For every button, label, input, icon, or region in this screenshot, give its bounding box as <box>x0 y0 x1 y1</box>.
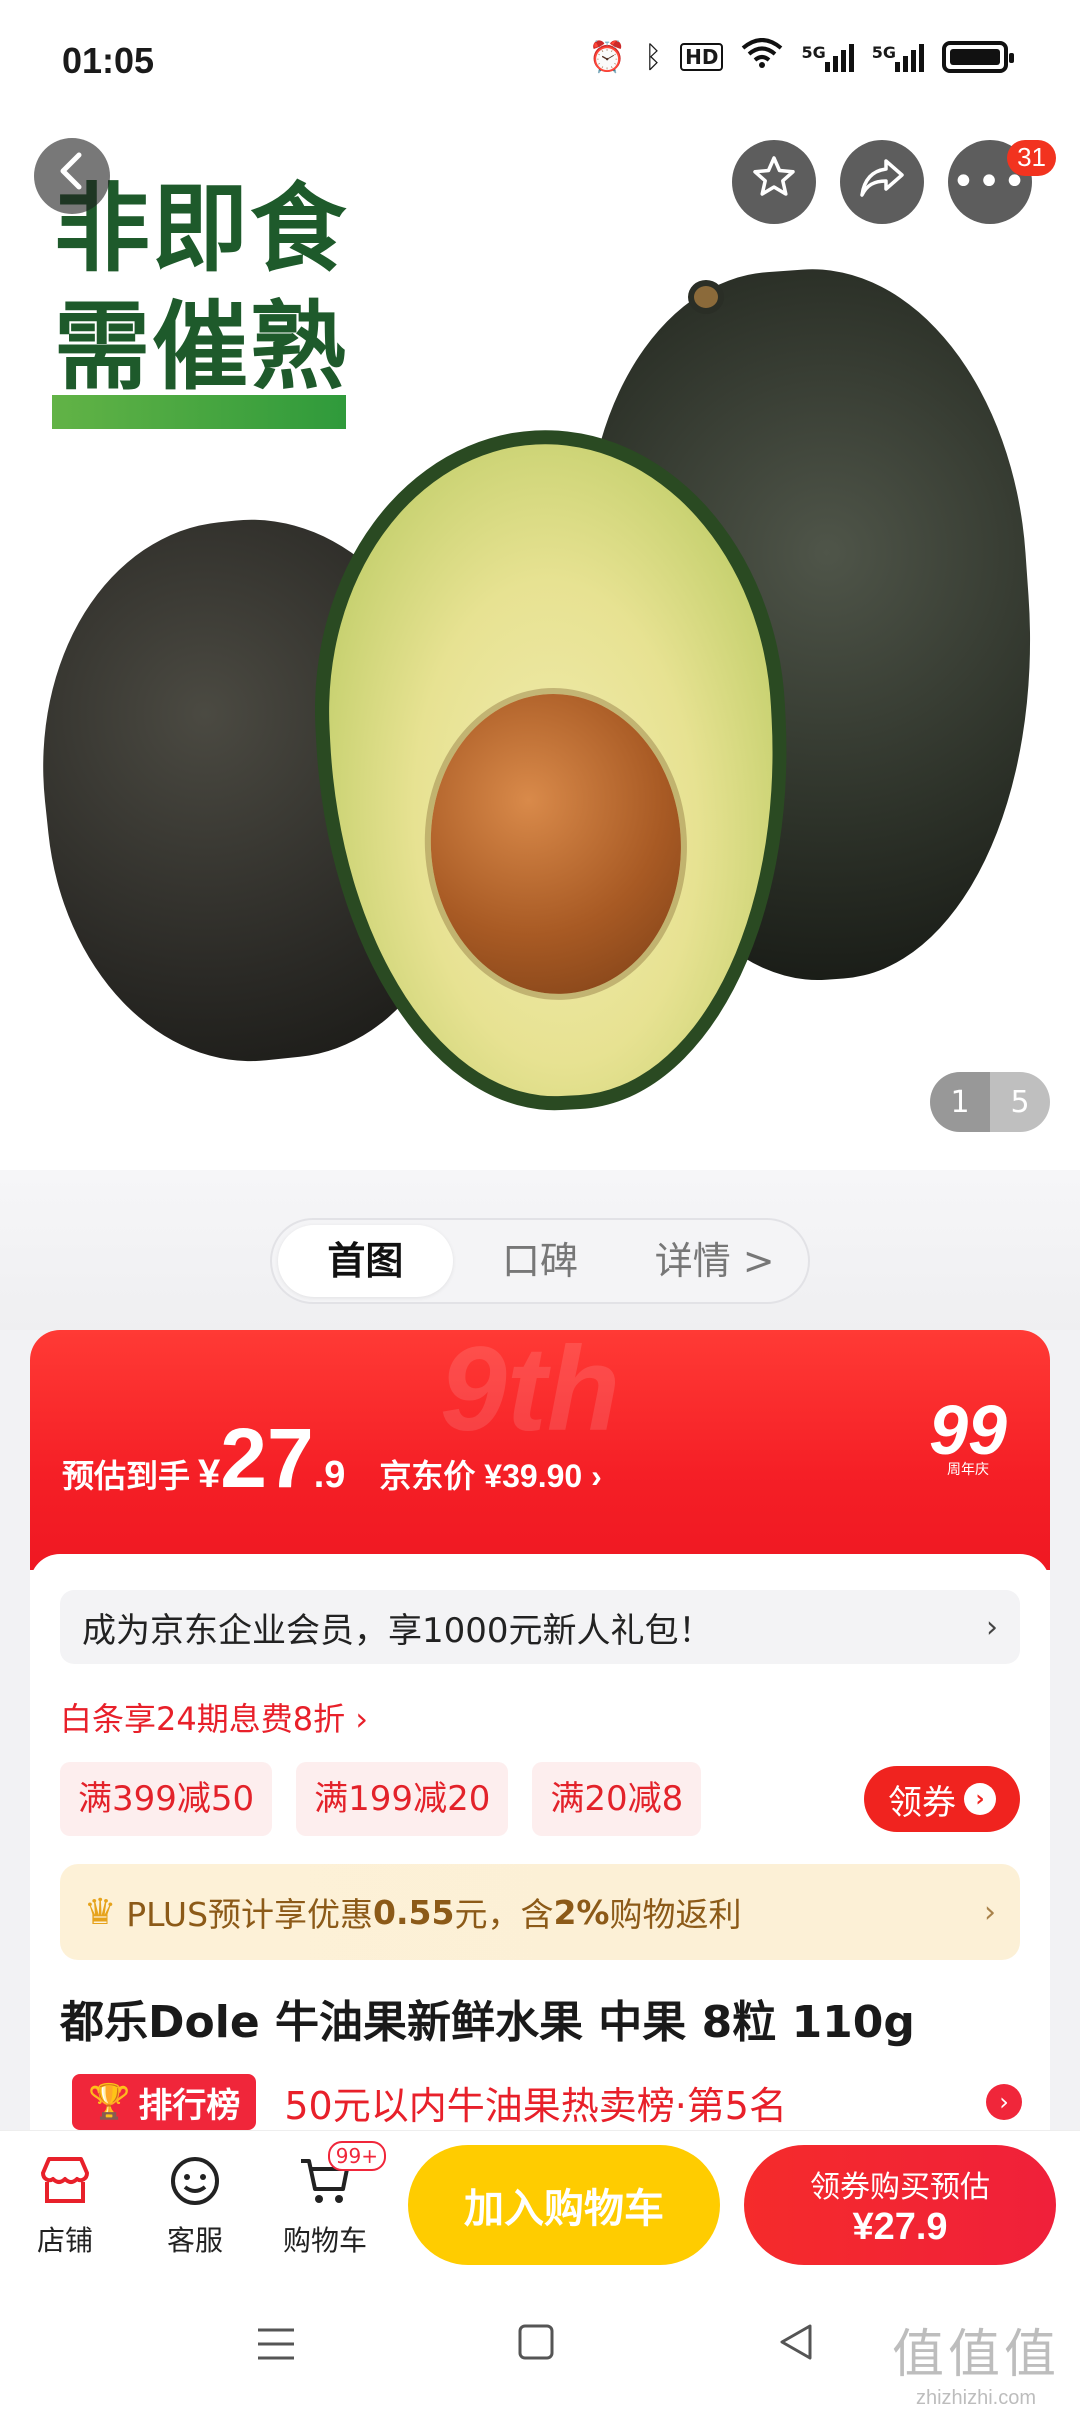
hero-headline-line2: 需催熟 <box>54 290 348 403</box>
cart-button[interactable]: 99+ 购物车 <box>270 2141 386 2259</box>
plus-prefix: PLUS预计享优惠 <box>126 1895 374 1934</box>
buy-now-label: 领券购买预估 <box>810 2169 990 2205</box>
signal-5g-2-icon: 5G <box>872 42 924 72</box>
get-coupon-button[interactable]: 领券 › <box>864 1766 1020 1832</box>
avocado-stem <box>688 280 724 314</box>
baitiao-offer[interactable]: 白条享24期息费8折 › <box>60 1694 368 1740</box>
chevron-right-icon: › <box>591 1458 602 1494</box>
chevron-right-icon: › <box>984 1894 996 1930</box>
cart-badge: 99+ <box>327 2141 386 2171</box>
price-decimal: .9 <box>313 1454 346 1496</box>
plus-suffix: 购物返利 <box>609 1895 742 1934</box>
signal-5g-1-icon: 5G <box>801 42 854 72</box>
image-counter-total: 5 <box>1010 1084 1030 1120</box>
chevron-right-icon: › <box>355 1700 369 1738</box>
section-tabs: 首图 口碑 详情 > <box>270 1218 810 1304</box>
notification-badge: 31 <box>1007 140 1056 176</box>
watermark: 值值值 zhizhizhi.com <box>892 2312 1060 2410</box>
hd-icon: HD <box>680 43 724 71</box>
crown-icon: ♛ <box>84 1891 117 1933</box>
image-counter: 1 5 <box>930 1072 1050 1132</box>
product-image-carousel[interactable]: 非即食 需催熟 1 5 <box>0 120 1080 1170</box>
shop-icon <box>10 2149 120 2213</box>
menu-nav-button[interactable] <box>246 2318 306 2378</box>
enterprise-member-banner[interactable]: 成为京东企业会员，享1000元新人礼包！ › <box>60 1590 1020 1664</box>
plus-benefit-banner[interactable]: ♛ PLUS预计享优惠 0.55 元，含 2% 购物返利 › <box>60 1864 1020 1960</box>
battery-icon <box>942 41 1014 73</box>
coupon-list: 满399减50 满199减20 满20减8 领券 › <box>60 1762 1020 1836</box>
anniversary-logo-number: 99 <box>929 1391 1007 1469</box>
coupon-tag[interactable]: 满399减50 <box>60 1762 273 1836</box>
share-button[interactable] <box>840 140 924 224</box>
ranking-row[interactable]: 🏆 排行榜 50元以内牛油果热卖榜·第5名 › <box>72 2074 1022 2130</box>
cart-label: 购物车 <box>282 2224 367 2257</box>
price-card-body: 成为京东企业会员，享1000元新人礼包！ › 白条享24期息费8折 › 满399… <box>30 1554 1050 2140</box>
ranking-badge-label: 排行榜 <box>138 2085 241 2126</box>
shop-button[interactable]: 店铺 <box>10 2149 120 2259</box>
bottom-action-bar: 店铺 客服 99+ 购物车 加入购物车 领券购买预估 ¥27.9 <box>0 2130 1080 2280</box>
bluetooth-icon: ᛒ <box>644 39 663 75</box>
anniversary-logo-sub: 周年庆 <box>947 1461 989 1477</box>
jd-price-link[interactable]: 京东价 ¥39.90 › <box>379 1451 601 1497</box>
coupon-tag[interactable]: 满20减8 <box>532 1762 702 1836</box>
tab-details[interactable]: 详情 > <box>627 1225 802 1297</box>
plus-amount: 0.55 <box>373 1892 455 1932</box>
hero-headline: 非即食 需催熟 <box>54 170 348 406</box>
chevron-right-circle-icon: › <box>986 2084 1022 2120</box>
ranking-badge: 🏆 排行榜 <box>72 2074 257 2130</box>
watermark-logo: 值值值 <box>891 2325 1060 2385</box>
price-integer: 27 <box>220 1411 314 1505</box>
price-banner: 9th 预估到手 ¥ 27 .9 京东价 ¥39.90 › 99 周年庆 <box>30 1330 1050 1570</box>
status-icons: ⏰ ᛒ HD 5G 5G <box>588 38 1014 76</box>
baitiao-text: 白条享24期息费8折 <box>60 1700 346 1738</box>
jd-price-text: 京东价 ¥39.90 <box>379 1458 583 1494</box>
buy-now-price: ¥27.9 <box>852 2205 948 2248</box>
estimated-price: 预估到手 ¥ 27 .9 京东价 ¥39.90 › <box>62 1410 602 1507</box>
hero-green-bar <box>52 395 346 429</box>
chevron-left-icon <box>57 151 87 201</box>
wifi-icon <box>741 38 783 76</box>
share-icon <box>858 155 906 209</box>
tab-reviews[interactable]: 口碑 <box>453 1225 628 1297</box>
price-currency: ¥ <box>198 1452 221 1496</box>
chevron-right-circle-icon: › <box>964 1783 996 1815</box>
status-bar: 01:05 ⏰ ᛒ HD 5G 5G <box>0 0 1080 120</box>
plus-rate: 2% <box>553 1892 610 1932</box>
back-button[interactable] <box>34 138 110 214</box>
get-coupon-label: 领券 <box>888 1782 956 1823</box>
tab-area: 首图 口碑 详情 > <box>0 1170 1080 1330</box>
shop-label: 店铺 <box>36 2224 93 2257</box>
anniversary-logo: 99 周年庆 <box>908 1390 1028 1490</box>
home-nav-button[interactable] <box>506 2318 566 2378</box>
customer-service-icon <box>140 2149 250 2213</box>
coupon-tag[interactable]: 满199减20 <box>296 1762 509 1836</box>
star-icon <box>750 153 798 211</box>
product-title: 都乐Dole 牛油果新鲜水果 中果 8粒 110g <box>60 1997 915 2048</box>
estimated-price-label: 预估到手 <box>62 1458 191 1494</box>
buy-now-button[interactable]: 领券购买预估 ¥27.9 <box>744 2145 1056 2265</box>
back-nav-button[interactable] <box>766 2318 826 2378</box>
avocado-pit <box>423 687 689 1001</box>
trophy-icon: 🏆 <box>88 2082 131 2122</box>
enterprise-member-text: 成为京东企业会员，享1000元新人礼包！ <box>82 1610 713 1651</box>
more-dots-icon: ••• <box>951 159 1029 205</box>
add-to-cart-button[interactable]: 加入购物车 <box>408 2145 720 2265</box>
chevron-right-icon: › <box>986 1609 998 1645</box>
plus-middle: 元，含 <box>454 1895 554 1934</box>
customer-service-label: 客服 <box>166 2224 223 2257</box>
price-card: 9th 预估到手 ¥ 27 .9 京东价 ¥39.90 › 99 周年庆 成为京… <box>30 1330 1050 2140</box>
tab-main-image[interactable]: 首图 <box>278 1225 453 1297</box>
image-counter-current: 1 <box>930 1072 990 1132</box>
ranking-text: 50元以内牛油果热卖榜·第5名 <box>284 2083 787 2128</box>
cart-icon: 99+ <box>270 2141 386 2213</box>
watermark-url: zhizhizhi.com <box>915 2387 1037 2409</box>
favorite-button[interactable] <box>732 140 816 224</box>
alarm-icon: ⏰ <box>588 39 627 75</box>
status-time: 01:05 <box>62 40 155 81</box>
customer-service-button[interactable]: 客服 <box>140 2149 250 2259</box>
